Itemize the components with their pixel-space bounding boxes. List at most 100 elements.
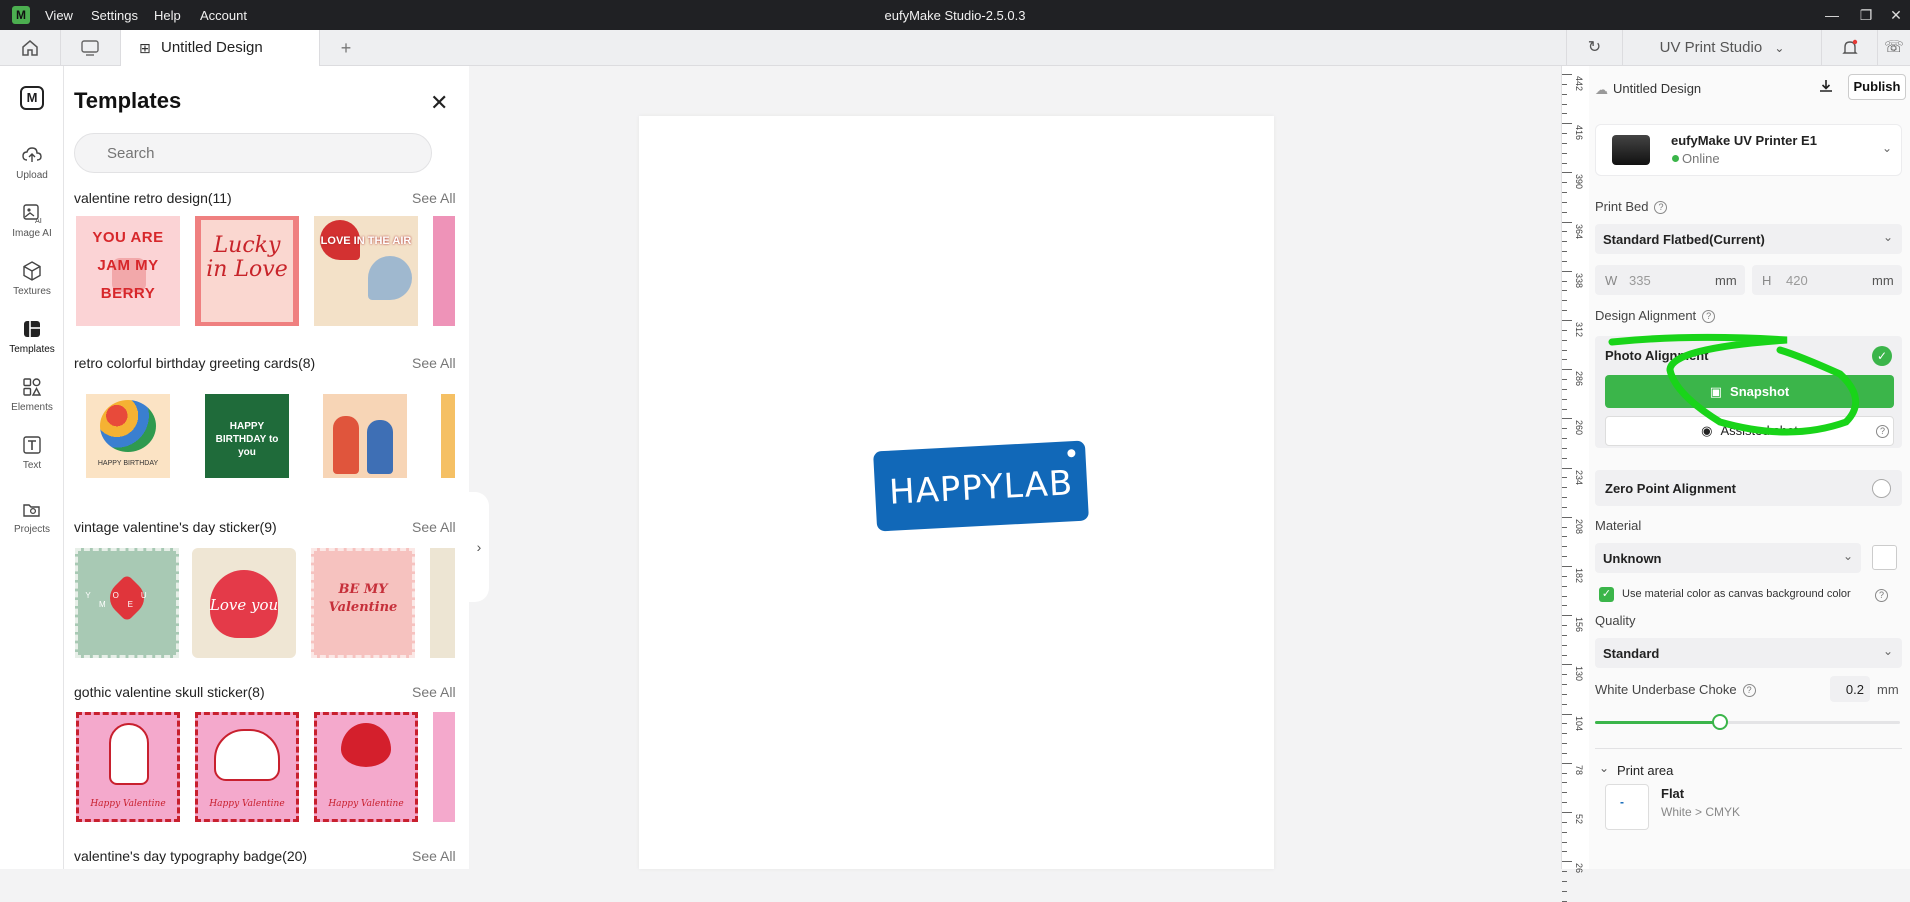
template-thumb[interactable]: Lucky in Love — [195, 216, 299, 326]
ruler-label: 208 — [1574, 518, 1584, 534]
support-headset-icon[interactable]: ☏ — [1878, 30, 1910, 66]
ruler-minor-tick — [1562, 546, 1567, 548]
menu-view[interactable]: View — [45, 8, 73, 23]
publish-button[interactable]: Publish — [1848, 74, 1906, 100]
tab-untitled-design[interactable]: ⊞ Untitled Design — [120, 30, 320, 66]
projects-icon — [23, 504, 40, 517]
ruler-minor-tick — [1562, 477, 1567, 479]
ruler-minor-tick — [1562, 182, 1567, 184]
template-thumb[interactable]: HAPPY BIRTHDAY — [86, 394, 170, 478]
print-area-thumb[interactable]: - — [1605, 784, 1649, 830]
template-thumb-partial[interactable] — [433, 712, 455, 822]
template-thumb[interactable]: BE MY Valentine — [311, 548, 415, 658]
sidebar-label: Templates — [9, 344, 55, 355]
ruler-minor-tick — [1562, 782, 1567, 784]
see-all-link[interactable]: See All — [412, 848, 456, 864]
template-thumb-partial[interactable] — [441, 394, 455, 478]
menu-settings[interactable]: Settings — [91, 8, 138, 23]
use-material-color-checkbox[interactable]: ✓ — [1599, 587, 1614, 602]
print-area-mode: Flat — [1661, 786, 1685, 801]
menu-account[interactable]: Account — [200, 8, 247, 23]
template-thumb[interactable]: Happy Valentine — [76, 712, 180, 822]
print-area-label[interactable]: Print area — [1617, 763, 1673, 778]
home-icon[interactable] — [16, 30, 44, 66]
template-thumb[interactable]: HAPPY BIRTHDAY to you — [205, 394, 289, 478]
collapse-panel-handle[interactable]: › — [469, 492, 489, 602]
thumb-text: BE MY Valentine — [328, 582, 398, 615]
device-tab[interactable] — [60, 30, 120, 66]
close-icon[interactable]: ✕ — [430, 90, 448, 116]
sidebar-item-textures[interactable]: Textures — [0, 260, 64, 297]
white-underbase-input[interactable]: 0.2 — [1830, 676, 1870, 702]
ruler-major-tick — [1562, 762, 1572, 764]
ruler-label: 338 — [1574, 272, 1584, 288]
ruler-major-tick — [1562, 861, 1572, 863]
ruler-minor-tick — [1562, 674, 1567, 676]
template-thumb[interactable]: Happy Valentine — [314, 712, 418, 822]
skull-hand-shape — [109, 723, 149, 785]
ruler-minor-tick — [1562, 634, 1567, 636]
sidebar-item-image-ai[interactable]: AI Image AI — [0, 202, 64, 239]
ruler-minor-tick — [1562, 93, 1567, 95]
thumb-text: HAPPY BIRTHDAY to you — [215, 421, 279, 458]
sidebar-item-upload[interactable]: Upload — [0, 144, 64, 181]
template-thumb-partial[interactable] — [433, 216, 455, 326]
white-underbase-slider[interactable] — [1595, 714, 1900, 730]
print-bed-select[interactable]: Standard Flatbed(Current) ⌄ — [1595, 224, 1902, 254]
sidebar-item-templates[interactable]: Templates — [0, 318, 64, 355]
template-thumb[interactable]: Love you — [192, 548, 296, 658]
print-area-sub: White > CMYK — [1661, 805, 1741, 819]
ruler-minor-tick — [1562, 703, 1567, 705]
minimize-icon[interactable]: — — [1820, 4, 1844, 26]
online-dot — [1672, 155, 1679, 162]
happylab-sticker[interactable]: HAPPYLAB — [873, 440, 1089, 532]
see-all-link[interactable]: See All — [412, 190, 456, 206]
sidebar-label: Projects — [13, 524, 51, 535]
template-thumb[interactable]: LOVE IN THE AIR — [314, 216, 418, 326]
image-ai-icon: AI — [23, 204, 42, 224]
quality-select[interactable]: Standard ⌄ — [1595, 638, 1902, 668]
width-field[interactable]: W 335 mm — [1595, 265, 1745, 295]
search-input[interactable] — [74, 133, 432, 173]
template-thumb[interactable]: YOU ARE JAM MY BERRY — [76, 216, 180, 326]
material-select[interactable]: Unknown ⌄ — [1595, 543, 1861, 573]
refresh-icon[interactable]: ↻ — [1566, 30, 1622, 66]
template-thumb[interactable]: YOU ME — [75, 548, 179, 658]
slider-thumb[interactable] — [1712, 714, 1729, 730]
close-window-icon[interactable]: ✕ — [1884, 4, 1908, 26]
thumb-text: HAPPY BIRTHDAY — [97, 460, 159, 467]
ruler-minor-tick — [1562, 388, 1567, 390]
studio-selector[interactable]: UV Print Studio ⌄ — [1622, 30, 1822, 66]
menu-help[interactable]: Help — [154, 8, 181, 23]
sidebar-item-elements[interactable]: Elements — [0, 376, 64, 413]
template-thumb-partial[interactable] — [430, 548, 455, 658]
restore-icon[interactable]: ❐ — [1854, 4, 1878, 26]
download-icon[interactable] — [1818, 78, 1838, 98]
ruler-minor-tick — [1562, 398, 1567, 400]
radio-empty-icon[interactable] — [1872, 479, 1891, 498]
template-thumb[interactable] — [323, 394, 407, 478]
ruler-minor-tick — [1562, 457, 1567, 459]
see-all-link[interactable]: See All — [412, 355, 456, 371]
sidebar-item-projects[interactable]: Projects — [0, 498, 64, 535]
material-color-swatch[interactable] — [1872, 545, 1897, 570]
chevron-down-icon[interactable]: ⌄ — [1599, 761, 1609, 775]
printer-card[interactable]: eufyMake UV Printer E1 Online ⌄ — [1595, 124, 1902, 176]
ruler-label: 312 — [1574, 322, 1584, 338]
notification-bell-icon[interactable] — [1822, 30, 1878, 66]
add-tab-icon[interactable]: + — [334, 30, 358, 66]
person-shape — [367, 420, 393, 474]
sidebar-item-text[interactable]: Text — [0, 434, 64, 471]
print-settings-panel: ☁ Untitled Design Publish eufyMake UV Pr… — [1589, 66, 1910, 869]
template-thumb[interactable]: Happy Valentine — [195, 712, 299, 822]
design-canvas[interactable]: HAPPYLAB — [639, 116, 1274, 869]
thumb-text: Love you — [209, 596, 279, 614]
tab-label: Untitled Design — [161, 39, 263, 56]
see-all-link[interactable]: See All — [412, 519, 456, 535]
height-field[interactable]: H 420 mm — [1752, 265, 1902, 295]
left-toolbar: M Upload AI Image AI Textures Templates … — [0, 66, 64, 869]
see-all-link[interactable]: See All — [412, 684, 456, 700]
ruler-minor-tick — [1562, 654, 1567, 656]
zero-point-alignment-option[interactable]: Zero Point Alignment — [1595, 470, 1902, 506]
ruler-minor-tick — [1562, 506, 1567, 508]
